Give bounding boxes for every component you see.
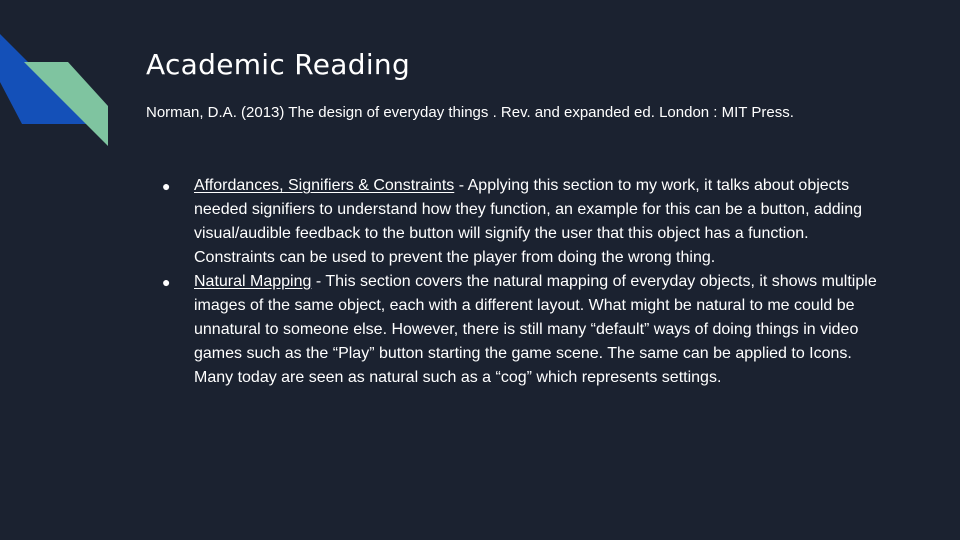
bullet-dot-icon: ● — [162, 178, 171, 194]
corner-decoration — [0, 34, 108, 146]
bullet-dot-icon: ● — [162, 274, 171, 290]
bullet-item-affordances: ● Affordances, Signifiers & Constraints … — [160, 174, 880, 270]
bullet-list: ● Affordances, Signifiers & Constraints … — [160, 174, 880, 390]
citation-text: Norman, D.A. (2013) The design of everyd… — [146, 104, 794, 121]
slide: Academic Reading Norman, D.A. (2013) The… — [0, 0, 960, 540]
page-title: Academic Reading — [146, 48, 411, 81]
bullet-item-natural-mapping: ● Natural Mapping - This section covers … — [160, 270, 880, 390]
bullet-term: Affordances, Signifiers & Constraints — [194, 177, 455, 194]
bullet-term: Natural Mapping — [194, 273, 312, 290]
